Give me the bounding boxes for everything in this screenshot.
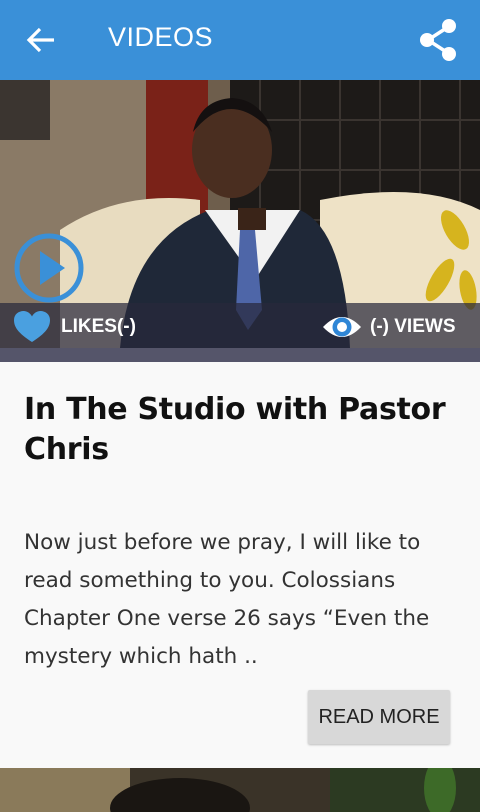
heart-icon[interactable] bbox=[14, 311, 50, 343]
share-icon bbox=[420, 19, 456, 61]
play-icon bbox=[14, 233, 84, 303]
arrow-left-icon bbox=[26, 27, 54, 53]
back-button[interactable] bbox=[20, 20, 64, 60]
likes-count: LIKES(-) bbox=[61, 316, 136, 337]
next-video-thumbnail-image bbox=[0, 768, 480, 812]
video-excerpt: Now just before we pray, I will like to … bbox=[24, 530, 430, 669]
card-divider bbox=[0, 348, 480, 362]
video-title[interactable]: In The Studio with Pastor Chris bbox=[24, 390, 464, 470]
eye-icon bbox=[323, 317, 361, 337]
share-button[interactable] bbox=[414, 16, 462, 64]
play-button[interactable] bbox=[13, 232, 85, 304]
next-video-thumbnail[interactable] bbox=[0, 768, 480, 812]
video-card: LIKES(-) (-) VIEWS In The Studio with Pa… bbox=[0, 80, 480, 768]
views-count: (-) VIEWS bbox=[370, 316, 456, 337]
video-stats-bar: LIKES(-) (-) VIEWS bbox=[0, 303, 480, 348]
app-bar: VIDEOS bbox=[0, 0, 480, 80]
page-title: VIDEOS bbox=[108, 22, 214, 52]
video-thumbnail[interactable]: LIKES(-) (-) VIEWS bbox=[0, 80, 480, 348]
read-more-button[interactable]: READ MORE bbox=[308, 690, 450, 744]
